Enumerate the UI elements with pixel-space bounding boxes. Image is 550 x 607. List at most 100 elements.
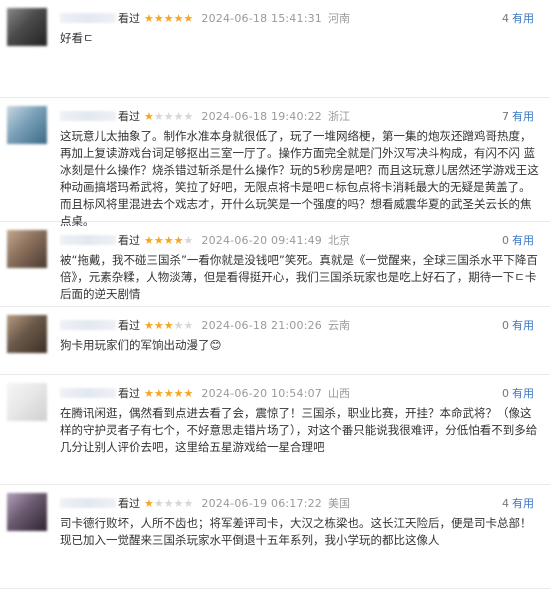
review-location: 浙江: [328, 110, 351, 123]
review-list: 看过 ★ ★ ★ ★ ★ 2024-06-18 15:41:31 河南 4 有用 好看ㄷ 看过 ★ ★ ★ ★…: [0, 0, 550, 589]
star-icon: ★: [163, 496, 174, 510]
useful-label: 有用: [512, 497, 534, 510]
star-icon: ★: [183, 496, 194, 510]
review-item: 看过 ★ ★ ★ ★ ★ 2024-06-18 19:40:22 浙江 7 有用 这玩意儿太抽象了。…: [0, 98, 550, 228]
username[interactable]: 看过: [60, 385, 144, 401]
review-meta: 看过 ★ ★ ★ ★ ★ 2024-06-19 06:17:22 美国 4 有用: [60, 495, 542, 511]
star-icon: ★: [163, 386, 174, 400]
useful-button[interactable]: 0 有用: [502, 232, 534, 248]
star-icon: ★: [153, 318, 164, 332]
watched-status: 看过: [118, 12, 140, 25]
avatar[interactable]: [7, 230, 47, 268]
username-redacted: [60, 111, 116, 121]
star-icon: ★: [144, 11, 154, 25]
review-text: 这玩意儿太抽象了。制作水准本身就很低了，玩了一堆网络梗，第一集的炮灰还蹭鸡哥热度…: [60, 129, 539, 228]
avatar[interactable]: [7, 106, 47, 144]
review-date: 2024-06-19 06:17:22: [201, 496, 323, 510]
useful-label: 有用: [512, 319, 534, 332]
review-item: 看过 ★ ★ ★ ★ ★ 2024-06-19 06:17:22 美国 4 有用 司卡德行败坏，人所…: [0, 485, 550, 589]
username[interactable]: 看过: [60, 317, 144, 333]
useful-button[interactable]: 7 有用: [502, 108, 534, 124]
star-icon: ★: [173, 11, 184, 25]
useful-count: 4: [502, 12, 509, 25]
useful-button[interactable]: 0 有用: [502, 385, 534, 401]
star-icon: ★: [153, 11, 164, 25]
useful-label: 有用: [512, 110, 534, 123]
star-icon: ★: [183, 233, 194, 247]
review-text: 在腾讯闲逛，偶然看到点进去看了会，震惊了！三国杀，职业比赛，开挂？本命武将？（像…: [60, 406, 538, 454]
star-icon: ★: [163, 11, 174, 25]
watched-status: 看过: [118, 387, 140, 400]
star-icon: ★: [144, 109, 154, 123]
review-item: 看过 ★ ★ ★ ★ ★ 2024-06-20 10:54:07 山西 0 有用在腾讯闲逛，偶然看…: [0, 375, 550, 485]
star-icon: ★: [163, 318, 174, 332]
review-date: 2024-06-20 09:41:49: [201, 233, 323, 247]
useful-label: 有用: [512, 234, 534, 247]
username-redacted: [60, 498, 116, 508]
review-text: 狗卡用玩家们的军饷出动漫了😊: [60, 338, 222, 352]
review-meta: 看过 ★ ★ ★ ★ ★ 2024-06-18 15:41:31 河南 4 有用: [60, 10, 542, 26]
useful-count: 0: [502, 387, 509, 400]
rating-stars: ★ ★ ★ ★ ★: [144, 320, 193, 331]
review-location: 美国: [328, 497, 351, 510]
review-meta: 看过 ★ ★ ★ ★ ★ 2024-06-20 09:41:49 北京 0 有用: [60, 232, 542, 248]
useful-button[interactable]: 4 有用: [502, 10, 534, 26]
star-icon: ★: [153, 496, 164, 510]
star-icon: ★: [153, 386, 164, 400]
star-icon: ★: [144, 233, 154, 247]
username[interactable]: 看过: [60, 232, 144, 248]
review-text: 被“拖戴，我不碰三国杀”一看你就是没钱吧”笑死。真就是《一觉醒来，全球三国杀水平…: [60, 253, 538, 301]
watched-status: 看过: [118, 234, 140, 247]
star-icon: ★: [173, 496, 184, 510]
rating-stars: ★ ★ ★ ★ ★: [144, 235, 193, 246]
review-date: 2024-06-18 19:40:22: [201, 109, 323, 123]
star-icon: ★: [153, 109, 164, 123]
review-date: 2024-06-18 21:00:26: [201, 318, 323, 332]
username-redacted: [60, 13, 116, 23]
star-icon: ★: [173, 386, 184, 400]
review-location: 河南: [328, 12, 351, 25]
avatar[interactable]: [7, 383, 47, 421]
star-icon: ★: [183, 109, 194, 123]
rating-stars: ★ ★ ★ ★ ★: [144, 13, 193, 24]
useful-count: 7: [502, 110, 509, 123]
review-date: 2024-06-20 10:54:07: [201, 386, 323, 400]
watched-status: 看过: [118, 497, 140, 510]
useful-button[interactable]: 4 有用: [502, 495, 534, 511]
review-text: 好看ㄷ: [60, 31, 94, 45]
useful-button[interactable]: 0 有用: [502, 317, 534, 333]
review-location: 北京: [328, 234, 351, 247]
rating-stars: ★ ★ ★ ★ ★: [144, 388, 193, 399]
useful-label: 有用: [512, 387, 534, 400]
avatar[interactable]: [7, 315, 47, 353]
star-icon: ★: [183, 318, 194, 332]
star-icon: ★: [173, 109, 184, 123]
useful-label: 有用: [512, 12, 534, 25]
review-item: 看过 ★ ★ ★ ★ ★ 2024-06-20 09:41:49 北京 0 有用 被“拖戴，我不碰三…: [0, 222, 550, 307]
review-item: 看过 ★ ★ ★ ★ ★ 2024-06-18 21:00:26 云南 0 有用 狗卡用玩家们的军饷…: [0, 307, 550, 375]
review-meta: 看过 ★ ★ ★ ★ ★ 2024-06-20 10:54:07 山西 0 有用: [60, 385, 542, 401]
useful-count: 0: [502, 234, 509, 247]
review-text: 司卡德行败坏，人所不齿也；将军差评司卡，大汉之栋梁也。这长江天险后，便是司卡总部…: [60, 516, 532, 547]
review-meta: 看过 ★ ★ ★ ★ ★ 2024-06-18 21:00:26 云南 0 有用: [60, 317, 542, 333]
review-meta: 看过 ★ ★ ★ ★ ★ 2024-06-18 19:40:22 浙江 7 有用: [60, 108, 542, 124]
username[interactable]: 看过: [60, 10, 144, 26]
review-item: 看过 ★ ★ ★ ★ ★ 2024-06-18 15:41:31 河南 4 有用 好看ㄷ: [0, 0, 550, 98]
watched-status: 看过: [118, 319, 140, 332]
useful-count: 4: [502, 497, 509, 510]
star-icon: ★: [183, 11, 194, 25]
username[interactable]: 看过: [60, 108, 144, 124]
username-redacted: [60, 235, 116, 245]
star-icon: ★: [144, 496, 154, 510]
star-icon: ★: [173, 318, 184, 332]
avatar[interactable]: [7, 493, 47, 531]
useful-count: 0: [502, 319, 509, 332]
review-date: 2024-06-18 15:41:31: [201, 11, 323, 25]
star-icon: ★: [144, 386, 154, 400]
username-redacted: [60, 320, 116, 330]
star-icon: ★: [163, 233, 174, 247]
rating-stars: ★ ★ ★ ★ ★: [144, 498, 193, 509]
review-location: 山西: [328, 387, 351, 400]
username[interactable]: 看过: [60, 495, 144, 511]
avatar[interactable]: [7, 8, 47, 46]
